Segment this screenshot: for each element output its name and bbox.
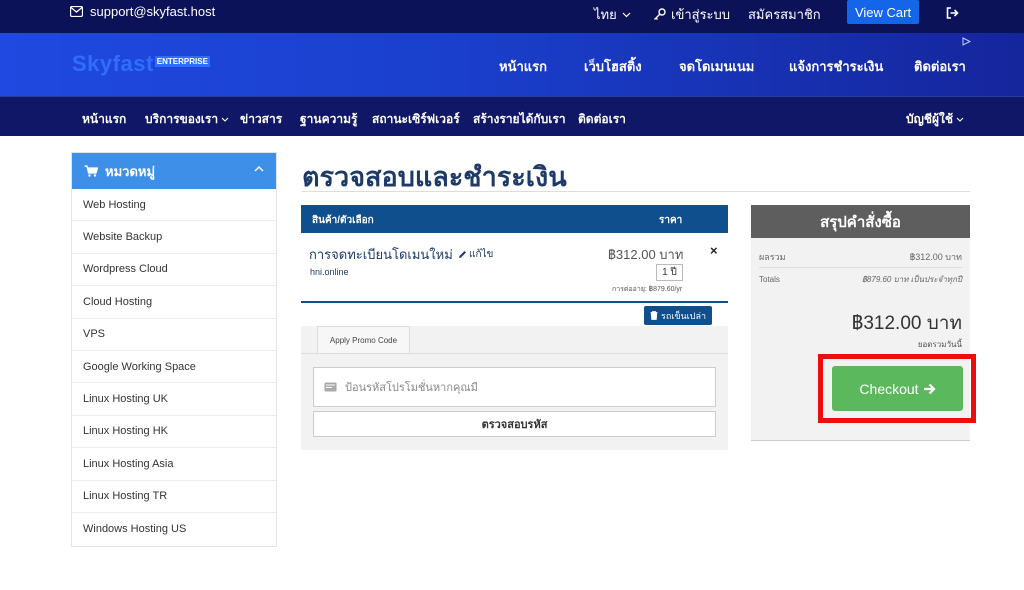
promo-code-input[interactable]: ป้อนรหัสโปรโมชั่นหากคุณมี [313, 367, 716, 407]
subnav-label: สร้างรายได้กับเรา [473, 112, 566, 126]
subnav-home[interactable]: หน้าแรก [82, 110, 126, 129]
sidebar-item-website-backup[interactable]: Website Backup [72, 221, 276, 254]
register-link[interactable]: สมัครสมาชิก [748, 4, 821, 25]
subnav-label: บริการของเรา [145, 112, 219, 126]
cart-table: สินค้า/ตัวเลือก ราคา การจดทะเบียนโดเมนให… [301, 205, 728, 303]
nav-contact[interactable]: ติดต่อเรา [914, 56, 966, 77]
remove-item-icon[interactable]: × [710, 243, 718, 258]
support-email: support@skyfast.host [90, 4, 216, 19]
subnav-services[interactable]: บริการของเรา [145, 110, 229, 129]
pencil-icon [459, 251, 466, 258]
cart-item-row: การจดทะเบียนโดเมนใหม่ แก้ไข hni.online ฿… [301, 233, 728, 303]
category-title: หมวดหมู่ [105, 163, 156, 179]
promo-placeholder: ป้อนรหัสโปรโมชั่นหากคุณมี [345, 382, 478, 394]
subnav-label: ติดต่อเรา [578, 112, 626, 126]
subnav-server-status[interactable]: สถานะเซิร์ฟเวอร์ [372, 110, 460, 129]
ticket-icon [324, 382, 337, 392]
cart-table-header: สินค้า/ตัวเลือก ราคา [301, 205, 728, 233]
product-name: การจดทะเบียนโดเมนใหม่ [309, 247, 453, 262]
language-selector[interactable]: ไทย [594, 4, 631, 25]
top-bar: support@skyfast.host ไทย เข้าสู่ระบบ สมั… [0, 0, 1024, 33]
trash-icon [650, 311, 658, 320]
sub-navigation: หน้าแรก บริการของเรา ข่าวสาร ฐานความรู้ … [0, 96, 1024, 136]
chevron-down-icon [956, 117, 964, 122]
nav-home[interactable]: หน้าแรก [499, 56, 547, 77]
view-cart-button[interactable]: View Cart [847, 0, 919, 24]
logout-icon[interactable] [946, 7, 959, 19]
nav-web-hosting[interactable]: เว็บโฮสติ้ง [584, 56, 642, 77]
highlight-box [818, 354, 976, 423]
subnav-account[interactable]: บัญชีผู้ใช้ [906, 110, 964, 129]
totals-label: Totals [759, 275, 780, 284]
summary-divider [759, 267, 962, 268]
item-price: ฿312.00 บาท [608, 247, 684, 262]
adchoices-icon[interactable] [962, 37, 971, 46]
logo-text: Skyfast [72, 51, 154, 76]
envelope-icon [70, 6, 83, 17]
chevron-down-icon [622, 12, 631, 17]
empty-cart-label: รถเข็นเปล่า [660, 310, 707, 321]
chevron-up-icon [254, 165, 264, 172]
subnav-contact[interactable]: ติดต่อเรา [578, 110, 626, 129]
total-due-label: ยอดรวมวันนี้ [917, 340, 962, 349]
empty-cart-button[interactable]: รถเข็นเปล่า [644, 306, 712, 325]
subnav-label: บัญชีผู้ใช้ [906, 112, 954, 126]
main-header: Skyfast ENTERPRISE หน้าแรก เว็บโฮสติ้ง จด… [0, 33, 1024, 96]
sidebar-item-web-hosting[interactable]: Web Hosting [72, 189, 276, 222]
billing-cycle-select[interactable]: 1 ปี [656, 264, 683, 281]
subnav-label: ฐานความรู้ [300, 112, 358, 126]
column-price: ราคา [659, 215, 683, 226]
subtotal-label: ผลรวม [759, 252, 786, 262]
sidebar-item-google-workspace[interactable]: Google Working Space [72, 351, 276, 384]
site-logo[interactable]: Skyfast ENTERPRISE [72, 51, 210, 77]
sidebar-item-linux-asia[interactable]: Linux Hosting Asia [72, 448, 276, 481]
nav-payment-notify[interactable]: แจ้งการชำระเงิน [789, 56, 883, 77]
subnav-label: ข่าวสาร [240, 112, 283, 126]
sidebar-item-linux-tr[interactable]: Linux Hosting TR [72, 481, 276, 513]
renewal-price: การต่ออายุ: ฿879.60/yr [612, 286, 683, 293]
sidebar-item-wordpress-cloud[interactable]: Wordpress Cloud [72, 254, 276, 287]
login-label: เข้าสู่ระบบ [671, 7, 731, 22]
nav-domain[interactable]: จดโดเมนเนม [679, 56, 754, 77]
sidebar-item-cloud-hosting[interactable]: Cloud Hosting [72, 286, 276, 319]
subnav-affiliate[interactable]: สร้างรายได้กับเรา [473, 110, 566, 129]
shopping-cart-icon [84, 165, 98, 177]
subnav-knowledgebase[interactable]: ฐานความรู้ [300, 110, 357, 129]
support-email-link[interactable]: support@skyfast.host [70, 4, 215, 19]
category-sidebar: หมวดหมู่ Web Hosting Website Backup Word… [71, 152, 277, 547]
sidebar-item-linux-uk[interactable]: Linux Hosting UK [72, 383, 276, 416]
subnav-label: สถานะเซิร์ฟเวอร์ [372, 112, 460, 126]
register-label: สมัครสมาชิก [748, 7, 821, 22]
validate-code-button[interactable]: ตรวจสอบรหัส [313, 411, 716, 437]
key-icon [654, 8, 666, 20]
subnav-label: หน้าแรก [82, 112, 127, 126]
category-header[interactable]: หมวดหมู่ [72, 153, 276, 189]
subtotal-value: ฿312.00 บาท [909, 252, 962, 262]
edit-label: แก้ไข [469, 249, 494, 260]
total-due-today: ฿312.00 บาท [851, 313, 962, 334]
title-divider [302, 191, 970, 192]
language-label: ไทย [594, 7, 617, 22]
login-link[interactable]: เข้าสู่ระบบ [653, 4, 730, 25]
promo-panel: Apply Promo Code ป้อนรหัสโปรโมชั่นหากคุณ… [301, 326, 728, 450]
logo-badge: ENTERPRISE [154, 56, 210, 67]
sidebar-item-linux-hk[interactable]: Linux Hosting HK [72, 416, 276, 449]
chevron-down-icon [221, 117, 229, 122]
sidebar-item-windows-us[interactable]: Windows Hosting US [72, 513, 276, 545]
subnav-news[interactable]: ข่าวสาร [240, 110, 282, 129]
domain-name: hni.online [310, 267, 349, 277]
sidebar-item-vps[interactable]: VPS [72, 319, 276, 351]
order-summary-title: สรุปคำสั่งซื้อ [751, 205, 970, 238]
edit-item-link[interactable]: แก้ไข [458, 247, 493, 262]
recurring-totals: ฿879.60 บาท เป็นประจำทุกปี [862, 275, 962, 284]
column-product: สินค้า/ตัวเลือก [312, 215, 374, 226]
tab-apply-promo[interactable]: Apply Promo Code [317, 326, 410, 354]
